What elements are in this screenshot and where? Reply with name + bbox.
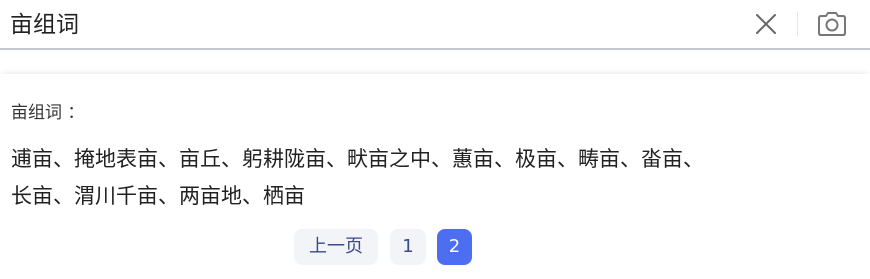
search-divider xyxy=(797,12,798,36)
page-2-button[interactable]: 2 xyxy=(437,229,472,265)
page-1-button[interactable]: 1 xyxy=(390,229,426,265)
clear-search-button[interactable] xyxy=(752,10,780,38)
word-list: 逋亩、掩地表亩、亩丘、躬耕陇亩、畎亩之中、蕙亩、极亩、畴亩、畓亩、 长亩、渭川千… xyxy=(11,141,861,215)
image-search-button[interactable] xyxy=(815,8,849,40)
prev-page-button[interactable]: 上一页 xyxy=(294,229,378,265)
header-spacer xyxy=(0,52,870,74)
word-line: 长亩、渭川千亩、两亩地、栖亩 xyxy=(11,184,305,208)
search-input[interactable]: 亩组词 xyxy=(10,9,79,41)
word-line: 逋亩、掩地表亩、亩丘、躬耕陇亩、畎亩之中、蕙亩、极亩、畴亩、畓亩、 xyxy=(11,147,704,171)
result-title: 亩组词 ： xyxy=(11,103,85,123)
search-bar: 亩组词 xyxy=(0,0,870,50)
camera-icon xyxy=(818,12,846,36)
result-card: 亩组词 ： 逋亩、掩地表亩、亩丘、躬耕陇亩、畎亩之中、蕙亩、极亩、畴亩、畓亩、 … xyxy=(0,74,870,279)
close-icon xyxy=(756,14,776,34)
